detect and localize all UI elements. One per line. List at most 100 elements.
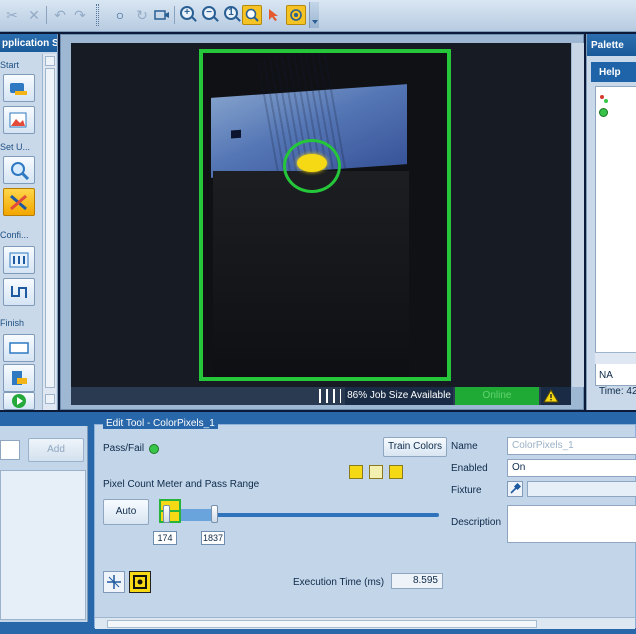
camera-icon[interactable] [152, 5, 172, 25]
undo-icon[interactable]: ↶ [50, 5, 70, 25]
palette-results-list[interactable] [595, 86, 636, 386]
toolbar-separator [46, 6, 47, 24]
pass-fail-label: Pass/Fail [103, 443, 145, 454]
live-video-icon[interactable] [286, 5, 306, 25]
image-scrollbar[interactable] [572, 43, 584, 387]
pin-icon [510, 483, 521, 494]
redo-icon[interactable]: ↷ [70, 5, 90, 25]
network-icon [11, 286, 27, 298]
color-swatch-2[interactable] [369, 465, 383, 479]
enabled-label: Enabled [451, 463, 488, 474]
step-communication-button[interactable] [3, 278, 35, 306]
job-size-status: 86% Job Size Available [345, 387, 453, 405]
step-inputs-outputs-button[interactable] [3, 246, 35, 274]
tools-icon [10, 194, 27, 211]
warning-icon-box[interactable] [541, 387, 571, 405]
zoom-out-icon[interactable]: − [202, 6, 216, 20]
fixture-pin-button[interactable] [507, 481, 523, 497]
scroll-up-arrow[interactable] [45, 56, 55, 66]
application-steps-panel: pplication St... Start Set U... Confi...… [0, 34, 58, 410]
bottom-panel: Add Edit Tool - ColorPixels_1 Pass/Fail … [0, 412, 636, 634]
train-colors-button[interactable]: Train Colors [383, 437, 447, 457]
tool-list-panel: Add [0, 426, 88, 622]
region-icon [133, 575, 147, 589]
enabled-select[interactable]: On [507, 459, 636, 477]
palette-status-na: NA [599, 370, 613, 381]
color-swatch-1[interactable] [349, 465, 363, 479]
online-status[interactable]: Online [455, 387, 539, 405]
range-min-handle[interactable] [163, 505, 170, 523]
delete-icon[interactable]: ✕ [24, 5, 44, 25]
edit-tool-title: Edit Tool - ColorPixels_1 [103, 418, 218, 429]
tool-properties: Name ColorPixels_1 Enabled On Fixture De… [447, 429, 636, 615]
range-max-value[interactable]: 1837 [201, 531, 225, 545]
crosshair-icon [107, 575, 121, 589]
search-circle[interactable] [283, 139, 341, 193]
name-label: Name [451, 441, 478, 452]
pointer-icon[interactable] [264, 5, 284, 25]
fixture-select[interactable] [527, 481, 636, 497]
add-tool-button[interactable]: Add [28, 438, 84, 462]
zoom-fit-icon[interactable] [242, 5, 262, 25]
description-label: Description [451, 517, 502, 528]
name-field[interactable]: ColorPixels_1 [507, 437, 636, 455]
region-tool-button[interactable] [129, 571, 151, 593]
range-min-value[interactable]: 174 [153, 531, 177, 545]
toolbar-overflow-button[interactable] [309, 2, 319, 28]
edit-tool-controls: Pass/Fail Train Colors Pixel Count Meter… [99, 431, 447, 617]
application-steps-title: pplication St... [0, 34, 57, 52]
step-section-setup: Set U... [0, 142, 31, 152]
color-swatch-3[interactable] [389, 465, 403, 479]
tool-list[interactable] [0, 470, 86, 620]
hscroll-thumb[interactable] [107, 620, 537, 628]
camera-image[interactable] [71, 43, 571, 387]
step-run-job-button[interactable] [3, 364, 35, 392]
image-setup-icon [9, 112, 27, 128]
warning-icon [543, 389, 559, 403]
camera-connect-icon [10, 83, 27, 95]
tool-search-input[interactable] [0, 440, 20, 460]
list-header-icon [600, 95, 608, 103]
signal-bars-icon [319, 389, 341, 403]
step-save-job-button[interactable] [3, 334, 35, 362]
step-section-finish: Finish [0, 318, 25, 328]
step-get-connected-button[interactable] [3, 74, 35, 102]
zoom-in-icon[interactable]: + [180, 6, 194, 20]
display-icon [9, 342, 29, 354]
edit-tool-group: Edit Tool - ColorPixels_1 Pass/Fail Trai… [94, 418, 636, 629]
palette-panel: Palette Help NA Time: 42 [586, 34, 636, 410]
edit-tool-hscrollbar[interactable] [95, 617, 635, 629]
circle-select-icon[interactable]: ○ [110, 5, 130, 25]
steps-scrollbar[interactable] [42, 54, 56, 410]
play-icon [12, 394, 26, 408]
step-inspect-part-button[interactable] [3, 188, 35, 216]
tool-region-box[interactable] [199, 49, 451, 381]
range-max-handle[interactable] [211, 505, 218, 523]
zoom-actual-icon[interactable]: 1 [224, 6, 238, 20]
pass-fail-led [149, 444, 159, 454]
io-arrows-icon [9, 252, 29, 268]
tab-help[interactable]: Help [591, 62, 636, 82]
auto-button[interactable]: Auto [103, 499, 149, 525]
description-field[interactable] [507, 505, 636, 543]
toolbar-separator [174, 6, 175, 24]
scroll-thumb[interactable] [45, 68, 55, 388]
step-set-up-image-button[interactable] [3, 106, 35, 134]
part-body [213, 171, 409, 377]
scroll-down-arrow[interactable] [45, 394, 55, 404]
rotate-icon[interactable]: ↻ [132, 5, 152, 25]
step-play-button[interactable] [3, 392, 35, 410]
step-section-configure: Confi... [0, 230, 29, 240]
image-display-panel: 86% Job Size Available Online [60, 34, 584, 410]
step-section-start: Start [0, 60, 20, 70]
palette-time: Time: 42 [599, 386, 636, 397]
result-pass-led [599, 108, 608, 117]
main-toolbar: ✂ ✕ ↶ ↷ ○ ↻ + − 1 [0, 0, 636, 32]
palette-hscrollbar[interactable] [595, 352, 636, 364]
crosshair-tool-button[interactable] [103, 571, 125, 593]
palette-title: Palette [587, 34, 636, 56]
toolbar-grip[interactable] [96, 4, 99, 26]
step-locate-part-button[interactable] [3, 156, 35, 184]
scissors-icon[interactable]: ✂ [2, 5, 22, 25]
card-mark [231, 129, 241, 139]
